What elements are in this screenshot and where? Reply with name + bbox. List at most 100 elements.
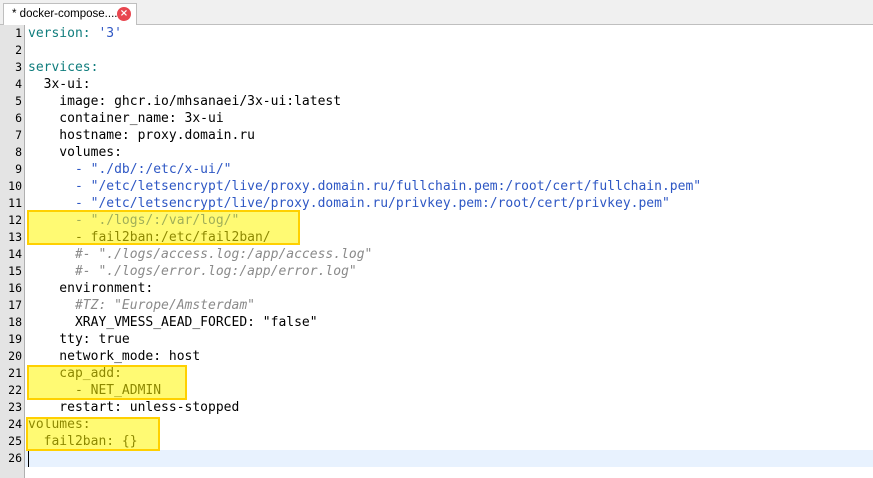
code-line[interactable]: 25 fail2ban: {} — [0, 433, 873, 450]
line-number: 6 — [15, 111, 22, 125]
line-number: 18 — [8, 315, 22, 329]
text-cursor — [28, 450, 29, 467]
code-line[interactable]: 22 - NET_ADMIN — [0, 382, 873, 399]
line-code: services: — [28, 59, 98, 76]
code-token: - "/etc/letsencrypt/live/proxy.domain.ru… — [28, 196, 670, 211]
code-line[interactable]: 14 #- "./logs/access.log:/app/access.log… — [0, 246, 873, 263]
line-number: 23 — [8, 400, 22, 414]
code-token: services: — [28, 60, 99, 75]
line-number: 1 — [15, 26, 22, 40]
code-token: cap_add: — [28, 366, 122, 381]
line-code: - "./db/:/etc/x-ui/" — [28, 161, 232, 178]
line-number: 15 — [8, 264, 22, 278]
code-token: #TZ: "Europe/Amsterdam" — [28, 298, 255, 313]
code-line[interactable]: 11 - "/etc/letsencrypt/live/proxy.domain… — [0, 195, 873, 212]
line-number: 9 — [15, 162, 22, 176]
code-editor[interactable]: 1 version: '3' 2 3 services: 4 3x-ui: 5 image:… — [0, 25, 873, 478]
line-number: 24 — [8, 417, 22, 431]
code-line[interactable]: 16 environment: — [0, 280, 873, 297]
line-number: 11 — [8, 196, 22, 210]
code-token: image: ghcr.io/mhsanaei/3x-ui:latest — [28, 94, 342, 109]
code-token: restart: unless-stopped — [28, 400, 240, 415]
code-line[interactable]: 18 XRAY_VMESS_AEAD_FORCED: "false" — [0, 314, 873, 331]
code-line[interactable]: 2 — [0, 42, 873, 59]
line-code: volumes: — [28, 144, 122, 161]
code-line[interactable]: 13 - fail2ban:/etc/fail2ban/ — [0, 229, 873, 246]
code-line[interactable]: 19 tty: true — [0, 331, 873, 348]
line-number: 19 — [8, 332, 22, 346]
code-line[interactable]: 20 network_mode: host — [0, 348, 873, 365]
line-code: cap_add: — [28, 365, 122, 382]
code-token: fail2ban: {} — [28, 434, 138, 449]
code-line[interactable]: 10 - "/etc/letsencrypt/live/proxy.domain… — [0, 178, 873, 195]
line-number: 13 — [8, 230, 22, 244]
line-number: 17 — [8, 298, 22, 312]
code-token: #- "./logs/error.log:/app/error.log" — [28, 264, 357, 279]
line-number: 26 — [8, 451, 22, 465]
code-token: network_mode: host — [28, 349, 201, 364]
line-code: image: ghcr.io/mhsanaei/3x-ui:latest — [28, 93, 341, 110]
code-token: #- "./logs/access.log:/app/access.log" — [28, 247, 373, 262]
code-line[interactable]: 6 container_name: 3x-ui — [0, 110, 873, 127]
line-code: #- "./logs/error.log:/app/error.log" — [28, 263, 357, 280]
code-token: - "./logs/:/var/log/" — [28, 213, 240, 228]
code-line[interactable]: 17 #TZ: "Europe/Amsterdam" — [0, 297, 873, 314]
line-number: 25 — [8, 434, 22, 448]
line-code: version: '3' — [28, 25, 122, 42]
line-code: - fail2ban:/etc/fail2ban/ — [28, 229, 271, 246]
line-code: - "./logs/:/var/log/" — [28, 212, 239, 229]
line-code: - "/etc/letsencrypt/live/proxy.domain.ru… — [28, 178, 701, 195]
code-line[interactable]: 15 #- "./logs/error.log:/app/error.log" — [0, 263, 873, 280]
code-line[interactable]: 3 services: — [0, 59, 873, 76]
current-line-highlight — [25, 450, 873, 467]
line-number: 5 — [15, 94, 22, 108]
code-token: volumes: — [28, 417, 91, 432]
tab-bar: * docker-compose.... × — [0, 0, 873, 25]
code-line[interactable]: 12 - "./logs/:/var/log/" — [0, 212, 873, 229]
tab-title: * docker-compose.... — [12, 8, 118, 20]
code-token: - "./db/:/etc/x-ui/" — [28, 162, 232, 177]
line-number: 7 — [15, 128, 22, 142]
code-token: '3' — [90, 26, 122, 41]
code-line[interactable]: 24 volumes: — [0, 416, 873, 433]
line-number: 3 — [15, 60, 22, 74]
line-number: 2 — [15, 43, 22, 57]
code-token: - fail2ban:/etc/fail2ban/ — [28, 230, 271, 245]
line-code: volumes: — [28, 416, 91, 433]
code-line[interactable]: 9 - "./db/:/etc/x-ui/" — [0, 161, 873, 178]
line-number: 8 — [15, 145, 22, 159]
code-line[interactable]: 1 version: '3' — [0, 25, 873, 42]
code-token: - NET_ADMIN — [28, 383, 162, 398]
line-number: 20 — [8, 349, 22, 363]
line-code: #- "./logs/access.log:/app/access.log" — [28, 246, 372, 263]
line-number: 12 — [8, 213, 22, 227]
code-lines: 1 version: '3' 2 3 services: 4 3x-ui: 5 image:… — [0, 25, 873, 467]
line-code: - "/etc/letsencrypt/live/proxy.domain.ru… — [28, 195, 670, 212]
code-line[interactable]: 8 volumes: — [0, 144, 873, 161]
tab-docker-compose[interactable]: * docker-compose.... × — [3, 3, 137, 25]
line-code: restart: unless-stopped — [28, 399, 239, 416]
code-line[interactable]: 7 hostname: proxy.domain.ru — [0, 127, 873, 144]
line-code: environment: — [28, 280, 153, 297]
line-code: fail2ban: {} — [28, 433, 138, 450]
line-code: network_mode: host — [28, 348, 200, 365]
code-token: version: — [28, 26, 91, 41]
code-token: environment: — [28, 281, 154, 296]
line-code: 3x-ui: — [28, 76, 91, 93]
line-code: container_name: 3x-ui — [28, 110, 224, 127]
close-icon[interactable]: × — [117, 7, 131, 21]
code-token: tty: true — [28, 332, 130, 347]
code-token: hostname: proxy.domain.ru — [28, 128, 255, 143]
code-line[interactable]: 26 — [0, 450, 873, 467]
code-line[interactable]: 5 image: ghcr.io/mhsanaei/3x-ui:latest — [0, 93, 873, 110]
code-token: 3x-ui: — [28, 77, 91, 92]
code-line[interactable]: 4 3x-ui: — [0, 76, 873, 93]
code-token: - "/etc/letsencrypt/live/proxy.domain.ru… — [28, 179, 702, 194]
code-token: container_name: 3x-ui — [28, 111, 224, 126]
line-code: tty: true — [28, 331, 130, 348]
line-code: XRAY_VMESS_AEAD_FORCED: "false" — [28, 314, 318, 331]
line-number: 4 — [15, 77, 22, 91]
code-line[interactable]: 23 restart: unless-stopped — [0, 399, 873, 416]
line-number: 21 — [8, 366, 22, 380]
code-line[interactable]: 21 cap_add: — [0, 365, 873, 382]
